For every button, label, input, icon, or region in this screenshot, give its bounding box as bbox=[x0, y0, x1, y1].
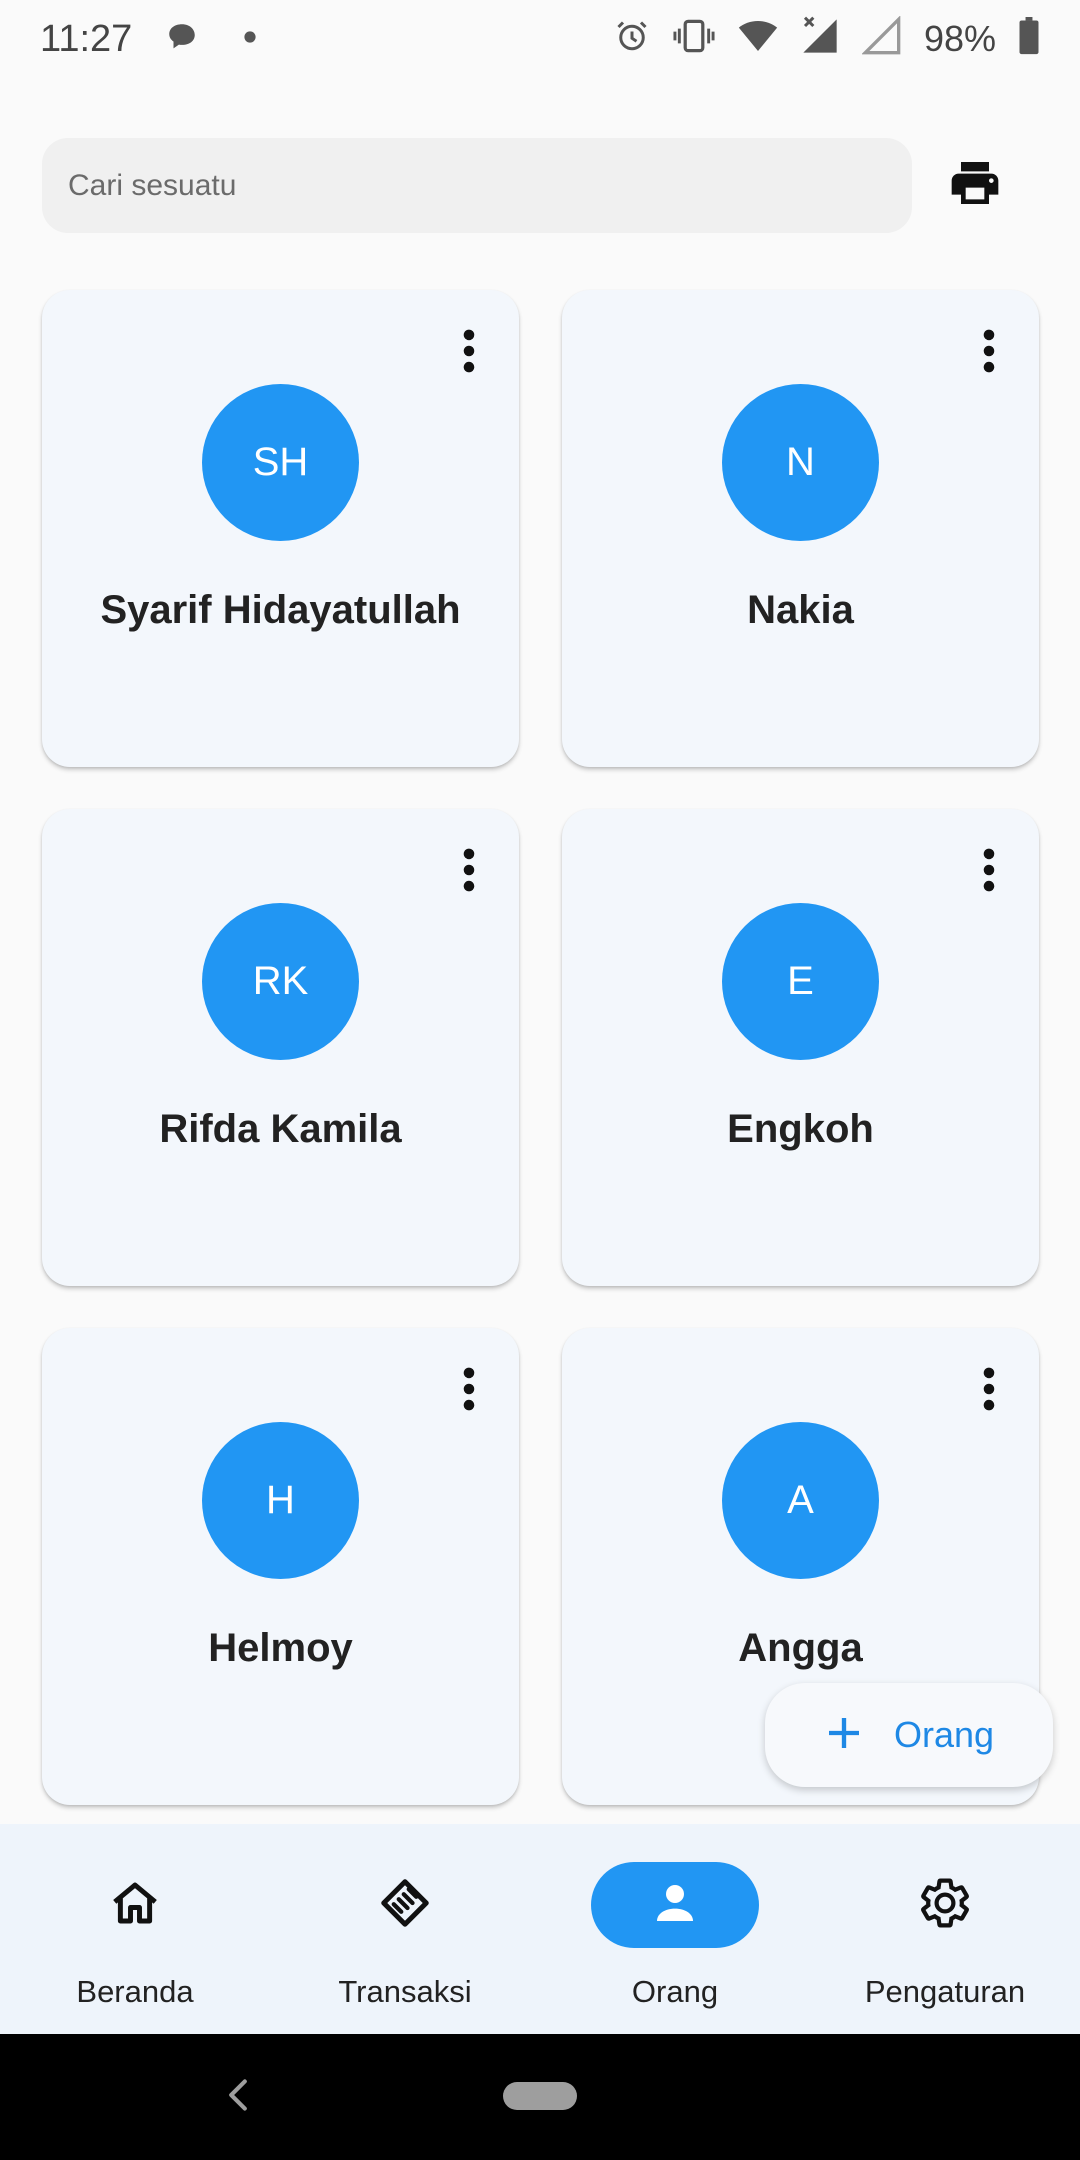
nav-label: Orang bbox=[631, 1974, 719, 2009]
wifi-icon bbox=[738, 19, 778, 58]
status-right-icons: 98% bbox=[614, 15, 1040, 61]
system-home-button[interactable] bbox=[503, 2082, 577, 2110]
nav-item-orang[interactable]: Orang bbox=[540, 1824, 810, 2034]
nav-icon-wrap bbox=[51, 1862, 219, 1948]
more-options-button[interactable] bbox=[449, 328, 489, 378]
person-card[interactable]: E Engkoh bbox=[562, 809, 1039, 1286]
search-input[interactable] bbox=[42, 138, 912, 233]
person-name: Helmoy bbox=[208, 1626, 353, 1670]
person-icon bbox=[648, 1876, 702, 1935]
nav-label: Transaksi bbox=[338, 1974, 472, 2009]
cell-signal-empty-icon bbox=[861, 15, 902, 61]
status-left-icons bbox=[165, 20, 257, 59]
chevron-left-icon bbox=[227, 2078, 249, 2117]
status-bar: 11:27 98% bbox=[0, 0, 1080, 80]
app-screen: 11:27 98% Cari sesuatu SH Syarif Hidayat… bbox=[0, 0, 1080, 2160]
person-name: Engkoh bbox=[727, 1107, 874, 1151]
battery-percent: 98% bbox=[923, 17, 996, 59]
person-card[interactable]: SH Syarif Hidayatullah bbox=[42, 290, 519, 767]
person-card[interactable]: N Nakia bbox=[562, 290, 1039, 767]
nav-item-beranda[interactable]: Beranda bbox=[0, 1824, 270, 2034]
more-options-button[interactable] bbox=[449, 1366, 489, 1416]
more-vertical-icon bbox=[982, 1366, 996, 1417]
avatar: SH bbox=[202, 384, 359, 541]
person-name: Rifda Kamila bbox=[159, 1107, 402, 1151]
plus-icon bbox=[824, 1713, 864, 1758]
more-options-button[interactable] bbox=[449, 847, 489, 897]
add-person-label: Orang bbox=[893, 1714, 995, 1755]
avatar: H bbox=[202, 1422, 359, 1579]
nav-item-pengaturan[interactable]: Pengaturan bbox=[810, 1824, 1080, 2034]
gear-icon bbox=[917, 1875, 973, 1936]
print-button[interactable] bbox=[937, 148, 1012, 223]
nav-label: Beranda bbox=[76, 1974, 194, 2009]
nav-icon-wrap-active bbox=[591, 1862, 759, 1948]
avatar: RK bbox=[202, 903, 359, 1060]
cell-signal-icon bbox=[800, 16, 840, 61]
more-options-button[interactable] bbox=[969, 1366, 1009, 1416]
more-vertical-icon bbox=[982, 328, 996, 379]
message-icon bbox=[165, 20, 199, 59]
vibrate-icon bbox=[672, 18, 716, 59]
alarm-icon bbox=[614, 18, 650, 59]
nav-icon-wrap bbox=[321, 1862, 489, 1948]
status-time: 11:27 bbox=[40, 18, 133, 60]
person-name: Nakia bbox=[747, 588, 854, 632]
dot-icon bbox=[243, 30, 257, 49]
more-vertical-icon bbox=[462, 1366, 476, 1417]
avatar: E bbox=[722, 903, 879, 1060]
handshake-icon bbox=[375, 1873, 435, 1938]
avatar: A bbox=[722, 1422, 879, 1579]
avatar: N bbox=[722, 384, 879, 541]
more-vertical-icon bbox=[982, 847, 996, 898]
system-navigation-bar bbox=[0, 2034, 1080, 2160]
more-options-button[interactable] bbox=[969, 847, 1009, 897]
people-grid: SH Syarif Hidayatullah N Nakia RK Rifda … bbox=[42, 290, 1039, 1805]
more-options-button[interactable] bbox=[969, 328, 1009, 378]
search-row bbox=[42, 138, 1042, 233]
person-card[interactable]: RK Rifda Kamila bbox=[42, 809, 519, 1286]
bottom-navigation: Beranda Transaksi Orang Pengaturan bbox=[0, 1824, 1080, 2034]
home-icon bbox=[108, 1876, 162, 1935]
person-name: Syarif Hidayatullah bbox=[100, 588, 461, 632]
person-name: Angga bbox=[738, 1626, 863, 1670]
add-person-button[interactable]: Orang bbox=[765, 1683, 1053, 1787]
more-vertical-icon bbox=[462, 847, 476, 898]
more-vertical-icon bbox=[462, 328, 476, 379]
system-back-button[interactable] bbox=[218, 2072, 258, 2122]
battery-icon bbox=[1018, 17, 1040, 60]
nav-item-transaksi[interactable]: Transaksi bbox=[270, 1824, 540, 2034]
person-card[interactable]: H Helmoy bbox=[42, 1328, 519, 1805]
printer-icon bbox=[947, 155, 1003, 216]
nav-icon-wrap bbox=[861, 1862, 1029, 1948]
nav-label: Pengaturan bbox=[864, 1974, 1026, 2009]
